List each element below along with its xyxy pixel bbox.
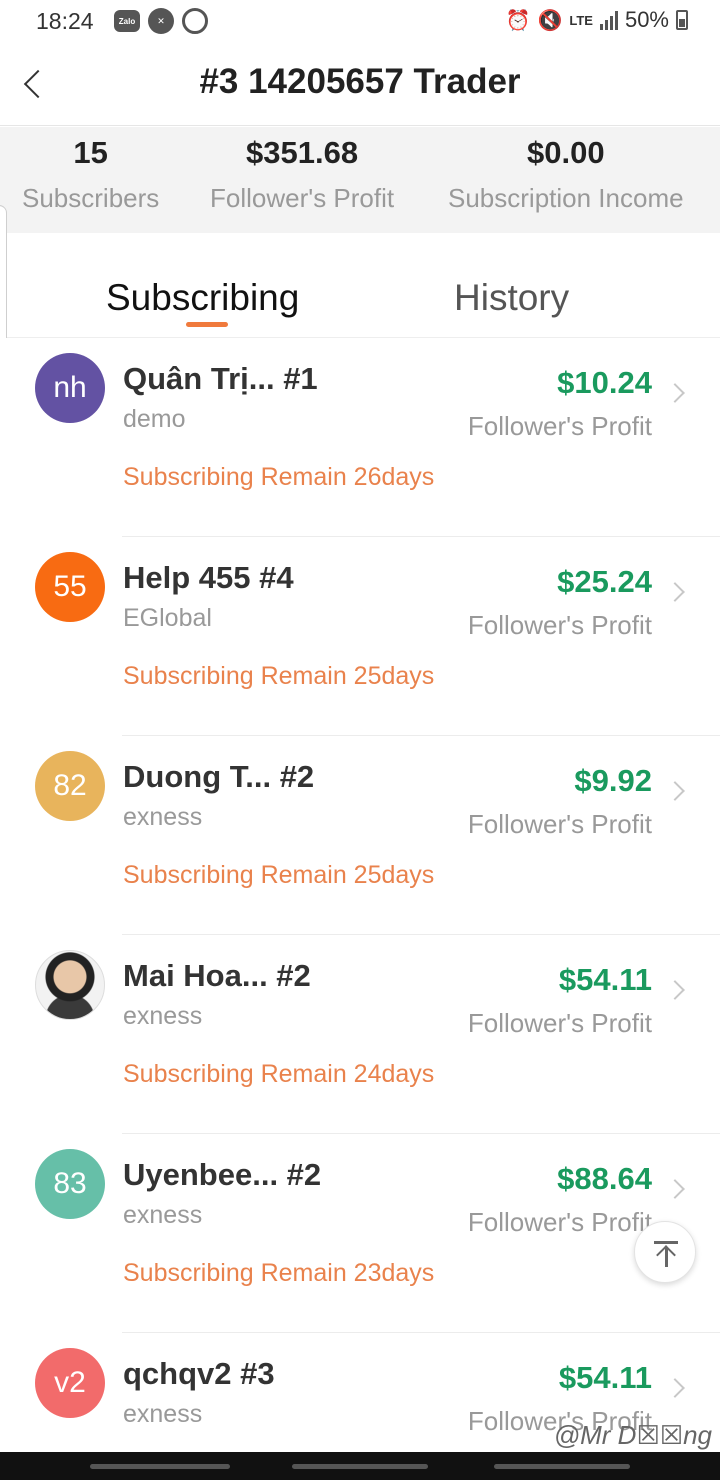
alarm-icon: ⏰	[505, 9, 531, 32]
tab-history[interactable]: History	[454, 277, 569, 319]
stat-value: $351.68	[246, 135, 359, 170]
chevron-right-icon	[665, 1179, 685, 1199]
watermark: @Mr D☒☒ng	[553, 1420, 712, 1450]
profit-value: $54.11	[558, 962, 652, 997]
page-title: #3 14205657 Trader	[199, 62, 521, 101]
stat-value: $0.00	[526, 135, 605, 170]
profit-label: Follower's Profit	[467, 411, 652, 441]
header: #3 14205657 Trader	[0, 42, 720, 126]
scroll-to-top-button[interactable]	[634, 1221, 696, 1283]
list-item[interactable]: 83 Uyenbee... #2 exness Subscribing Rema…	[0, 1134, 720, 1333]
mute-icon: 🔇	[537, 9, 563, 32]
subscriber-name: Uyenbee... #2	[123, 1157, 322, 1192]
profit-label: Follower's Profit	[467, 809, 652, 839]
avatar: 83	[35, 1149, 105, 1219]
subscription-remain: Subscribing Remain 25days	[123, 662, 435, 690]
profit-value: $10.24	[557, 365, 652, 400]
subscriber-list: nh Quân Trị... #1 demo Subscribing Remai…	[0, 338, 720, 1480]
subscription-remain: Subscribing Remain 23days	[123, 1259, 435, 1287]
zalo-icon: Zalo	[114, 10, 140, 32]
stat-label: Subscription Income	[448, 183, 684, 213]
profit-label: Follower's Profit	[467, 1207, 652, 1237]
broker-name: EGlobal	[123, 604, 212, 632]
stat-followers-profit: $351.68 Follower's Profit	[210, 127, 394, 214]
subscription-remain: Subscribing Remain 25days	[123, 861, 435, 889]
subscriber-name: Duong T... #2	[123, 759, 315, 794]
network-type: LTE	[569, 12, 593, 28]
signal-icon	[599, 10, 618, 30]
notification-icons: Zalo ✕	[114, 8, 208, 34]
system-status: ⏰ 🔇 LTE 50%	[506, 7, 688, 33]
stat-label: Subscribers	[22, 183, 160, 213]
chevron-right-icon	[665, 980, 685, 1000]
system-nav-bar	[0, 1452, 720, 1480]
profit-value: $9.92	[574, 763, 652, 798]
status-bar: 18:24 Zalo ✕ ⏰ 🔇 LTE 50%	[0, 0, 720, 42]
tab-subscribing[interactable]: Subscribing	[106, 277, 299, 319]
subscriber-name: Mai Hoa... #2	[123, 958, 311, 993]
nav-recent-button[interactable]	[90, 1464, 230, 1469]
broker-name: exness	[123, 803, 203, 831]
list-item[interactable]: nh Quân Trị... #1 demo Subscribing Remai…	[0, 338, 720, 537]
profit-value: $88.64	[557, 1161, 652, 1196]
avatar: nh	[35, 353, 105, 423]
chevron-right-icon	[665, 1378, 685, 1398]
subscriber-name: qchqv2 #3	[123, 1356, 275, 1391]
stat-value: 15	[73, 135, 108, 170]
list-item[interactable]: 82 Duong T... #2 exness Subscribing Rema…	[0, 736, 720, 935]
avatar: 82	[35, 751, 105, 821]
tab-bar: Subscribing History	[0, 233, 720, 338]
stat-label: Follower's Profit	[210, 183, 395, 213]
profit-label: Follower's Profit	[467, 1008, 652, 1038]
target-icon	[182, 8, 208, 34]
broker-name: exness	[123, 1201, 203, 1229]
stat-subscribers: 15 Subscribers	[22, 127, 159, 214]
profit-label: Follower's Profit	[467, 610, 652, 640]
battery-icon	[676, 10, 688, 30]
avatar: v2	[35, 1348, 105, 1418]
nav-home-button[interactable]	[292, 1464, 428, 1469]
list-item[interactable]: 55 Help 455 #4 EGlobal Subscribing Remai…	[0, 537, 720, 736]
subscription-remain: Subscribing Remain 24days	[123, 1060, 435, 1088]
battery-percent: 50%	[624, 7, 669, 32]
avatar: 55	[35, 552, 105, 622]
nav-back-button[interactable]	[494, 1464, 630, 1469]
broker-name: exness	[123, 1400, 203, 1428]
chevron-right-icon	[665, 781, 685, 801]
list-item[interactable]: Mai Hoa... #2 exness Subscribing Remain …	[0, 935, 720, 1134]
subscriber-name: Quân Trị... #1	[123, 361, 318, 396]
tab-indicator	[186, 322, 228, 327]
subscription-remain: Subscribing Remain 26days	[123, 463, 435, 491]
chevron-right-icon	[665, 383, 685, 403]
broker-name: exness	[123, 1002, 203, 1030]
subscriber-name: Help 455 #4	[123, 560, 294, 595]
chevron-right-icon	[665, 582, 685, 602]
profit-value: $54.11	[558, 1360, 652, 1395]
broker-name: demo	[123, 405, 186, 433]
status-time: 18:24	[36, 8, 94, 34]
stat-subscription-income: $0.00 Subscription Income	[448, 127, 684, 214]
stats-panel: 15 Subscribers $351.68 Follower's Profit…	[0, 127, 720, 233]
avatar-photo	[35, 950, 105, 1020]
profit-value: $25.24	[557, 564, 652, 599]
arrow-up-icon	[654, 1241, 678, 1244]
remote-icon: ✕	[148, 8, 174, 34]
